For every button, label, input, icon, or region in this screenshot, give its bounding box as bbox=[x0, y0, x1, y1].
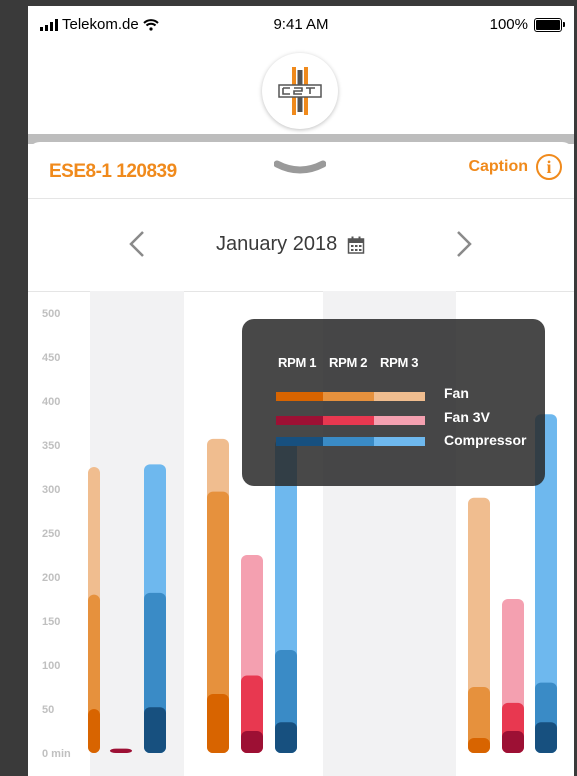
device-id: ESE8-1 120839 bbox=[49, 161, 177, 182]
legend-label-compressor: Compressor bbox=[444, 432, 527, 448]
month-navigator: January 2018 bbox=[28, 199, 574, 292]
calendar-icon bbox=[347, 236, 365, 254]
info-icon: i bbox=[536, 154, 562, 180]
month-selector[interactable]: January 2018 bbox=[216, 233, 365, 256]
day-band bbox=[90, 291, 184, 776]
bar-compressor-rpm1[interactable] bbox=[535, 722, 557, 753]
chevron-down-icon[interactable] bbox=[274, 160, 326, 178]
bar-fan-rpm1[interactable] bbox=[468, 738, 490, 753]
legend-swatch-fan-3v bbox=[276, 416, 425, 425]
y-tick-label: 300 bbox=[42, 484, 60, 496]
y-tick-label: 200 bbox=[42, 572, 60, 584]
y-tick-label: 400 bbox=[42, 396, 60, 408]
y-tick-label: 250 bbox=[42, 528, 60, 540]
status-bar: Telekom.de 9:41 AM 100% bbox=[28, 6, 574, 44]
previous-month-icon[interactable] bbox=[123, 229, 153, 259]
caption-button[interactable]: Caption i bbox=[468, 154, 562, 180]
next-month-icon[interactable] bbox=[448, 229, 478, 259]
legend-label-fan: Fan bbox=[444, 385, 469, 401]
legend-header-rpm2: RPM 2 bbox=[329, 355, 368, 370]
y-tick-label: 150 bbox=[42, 616, 60, 628]
bar-compressor-rpm1[interactable] bbox=[144, 707, 166, 753]
bar-fan-3v-rpm1[interactable] bbox=[502, 731, 524, 753]
y-tick-label: 350 bbox=[42, 440, 60, 452]
y-tick-label: 50 bbox=[42, 704, 54, 716]
legend-swatch-compressor bbox=[276, 437, 425, 446]
y-tick-label: 450 bbox=[42, 352, 60, 364]
device-header: ESE8-1 120839 Caption i bbox=[28, 142, 574, 199]
phone-screen: Telekom.de 9:41 AM 100% ESE8-1 120839 Ca… bbox=[28, 6, 574, 776]
legend-header-rpm3: RPM 3 bbox=[380, 355, 419, 370]
legend-swatch-fan bbox=[276, 392, 425, 401]
app-logo bbox=[262, 53, 338, 129]
y-tick-label: 500 bbox=[42, 308, 60, 320]
bar-compressor-rpm1[interactable] bbox=[275, 722, 297, 753]
battery-percent: 100% bbox=[489, 16, 528, 33]
y-tick-label: 100 bbox=[42, 660, 60, 672]
battery-info: 100% bbox=[489, 16, 565, 33]
battery-icon bbox=[534, 17, 565, 32]
legend-popup: RPM 1 RPM 2 RPM 3 Fan Fan 3V Compressor bbox=[242, 319, 545, 486]
bar-fan-3v-rpm1[interactable] bbox=[110, 748, 132, 753]
bar-fan-rpm1[interactable] bbox=[88, 709, 100, 753]
bar-fan-3v-rpm1[interactable] bbox=[241, 731, 263, 753]
bar-fan-rpm1[interactable] bbox=[207, 694, 229, 753]
y-tick-label: 0 min bbox=[42, 748, 71, 760]
month-label: January 2018 bbox=[216, 233, 338, 255]
legend-label-fan-3v: Fan 3V bbox=[444, 409, 490, 425]
caption-label: Caption bbox=[468, 158, 528, 175]
legend-header-rpm1: RPM 1 bbox=[278, 355, 317, 370]
